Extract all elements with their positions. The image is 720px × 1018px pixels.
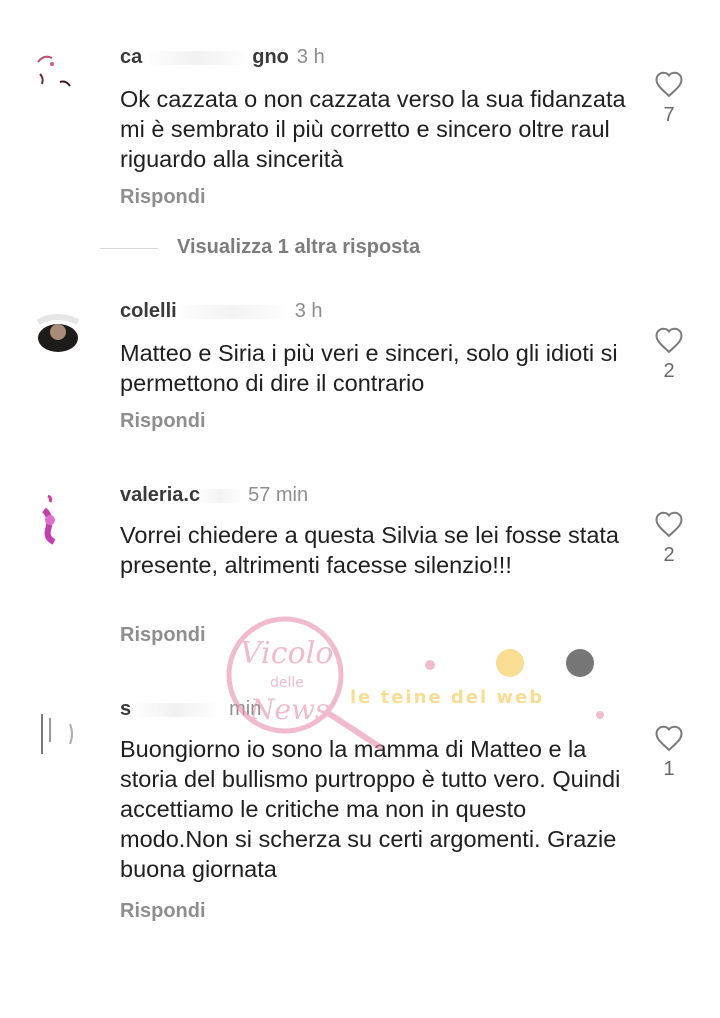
comment-text: Vorrei chiedere a questa Silvia se lei f… (120, 522, 619, 578)
like-button[interactable]: 2 (652, 326, 686, 383)
comment-time: min (229, 698, 262, 720)
comment-meta: colelli 3 h (120, 300, 323, 323)
avatar[interactable] (30, 704, 86, 760)
like-count: 7 (663, 104, 675, 126)
reply-button[interactable]: Rispondi (120, 900, 206, 923)
username-redaction (176, 304, 287, 319)
like-button[interactable]: 1 (652, 724, 686, 781)
avatar[interactable] (30, 490, 86, 546)
divider (100, 248, 158, 249)
heart-outline-icon[interactable] (654, 510, 684, 538)
heart-outline-icon[interactable] (654, 326, 684, 354)
reply-button[interactable]: Rispondi (120, 410, 206, 433)
comment-time: 3 h (294, 300, 323, 322)
username-redaction (142, 50, 253, 65)
like-count: 2 (663, 544, 675, 566)
reply-button[interactable]: Rispondi (120, 624, 206, 647)
username[interactable]: valeria.c (120, 484, 200, 506)
comment-text: Buongiorno io sono la mamma di Matteo e … (120, 736, 621, 882)
view-replies-label[interactable]: Visualizza 1 altra risposta (177, 236, 420, 259)
avatar[interactable] (30, 300, 86, 356)
username-redaction (200, 488, 241, 503)
heart-outline-icon[interactable] (654, 70, 684, 98)
comment-meta: valeria.c 57 min (120, 484, 308, 507)
username[interactable]: ca (120, 46, 142, 68)
username-tail[interactable]: gno (252, 46, 289, 68)
username[interactable]: colelli (120, 300, 177, 322)
watermark-text-4: le teine del web (350, 687, 544, 708)
comment-time: 57 min (248, 484, 309, 506)
like-count: 2 (663, 360, 675, 382)
username[interactable]: s (120, 698, 131, 720)
like-button[interactable]: 7 (652, 70, 686, 127)
comment-meta: ca gno 3 h (120, 46, 325, 69)
watermark-text-1: Vicolo (240, 636, 333, 671)
comment-text: Ok cazzata o non cazzata verso la sua fi… (120, 86, 626, 172)
username-redaction (131, 702, 222, 717)
like-count: 1 (663, 758, 675, 780)
watermark-text-2: delle (270, 675, 304, 691)
reply-button[interactable]: Rispondi (120, 186, 206, 209)
like-button[interactable]: 2 (652, 510, 686, 567)
comment-time: 3 h (296, 46, 325, 68)
comment-text: Matteo e Siria i più veri e sinceri, sol… (120, 340, 618, 396)
avatar[interactable] (30, 44, 86, 100)
comment-meta: s min (120, 698, 261, 721)
heart-outline-icon[interactable] (654, 724, 684, 752)
